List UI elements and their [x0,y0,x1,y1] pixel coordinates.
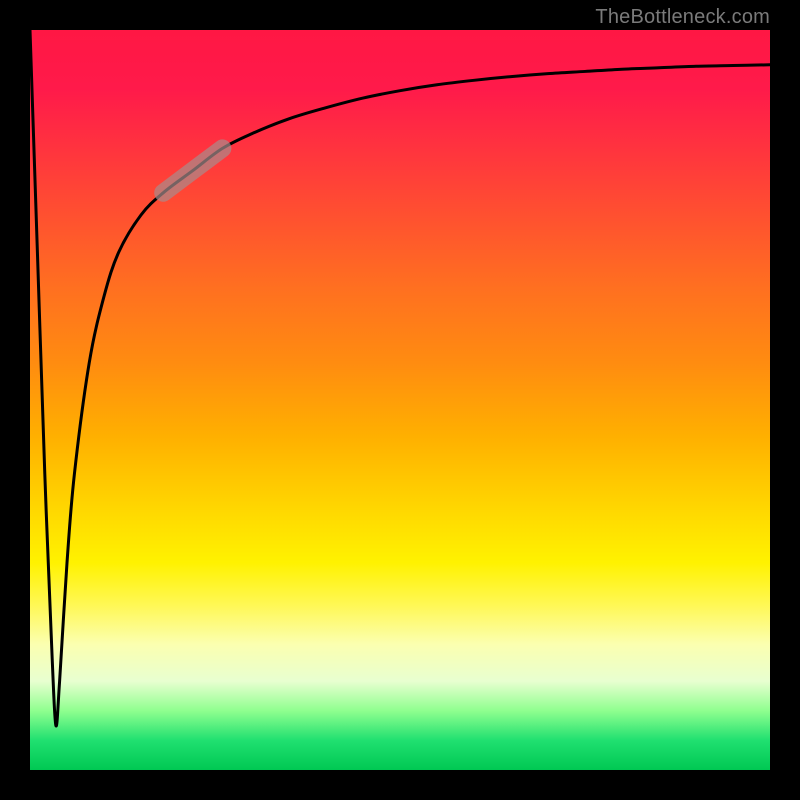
plot-area [30,30,770,770]
watermark-text: TheBottleneck.com [595,6,770,29]
chart-container: TheBottleneck.com [0,0,800,800]
curve-svg [30,30,770,770]
highlight-segment [163,148,222,192]
bottleneck-curve-line [30,30,770,726]
